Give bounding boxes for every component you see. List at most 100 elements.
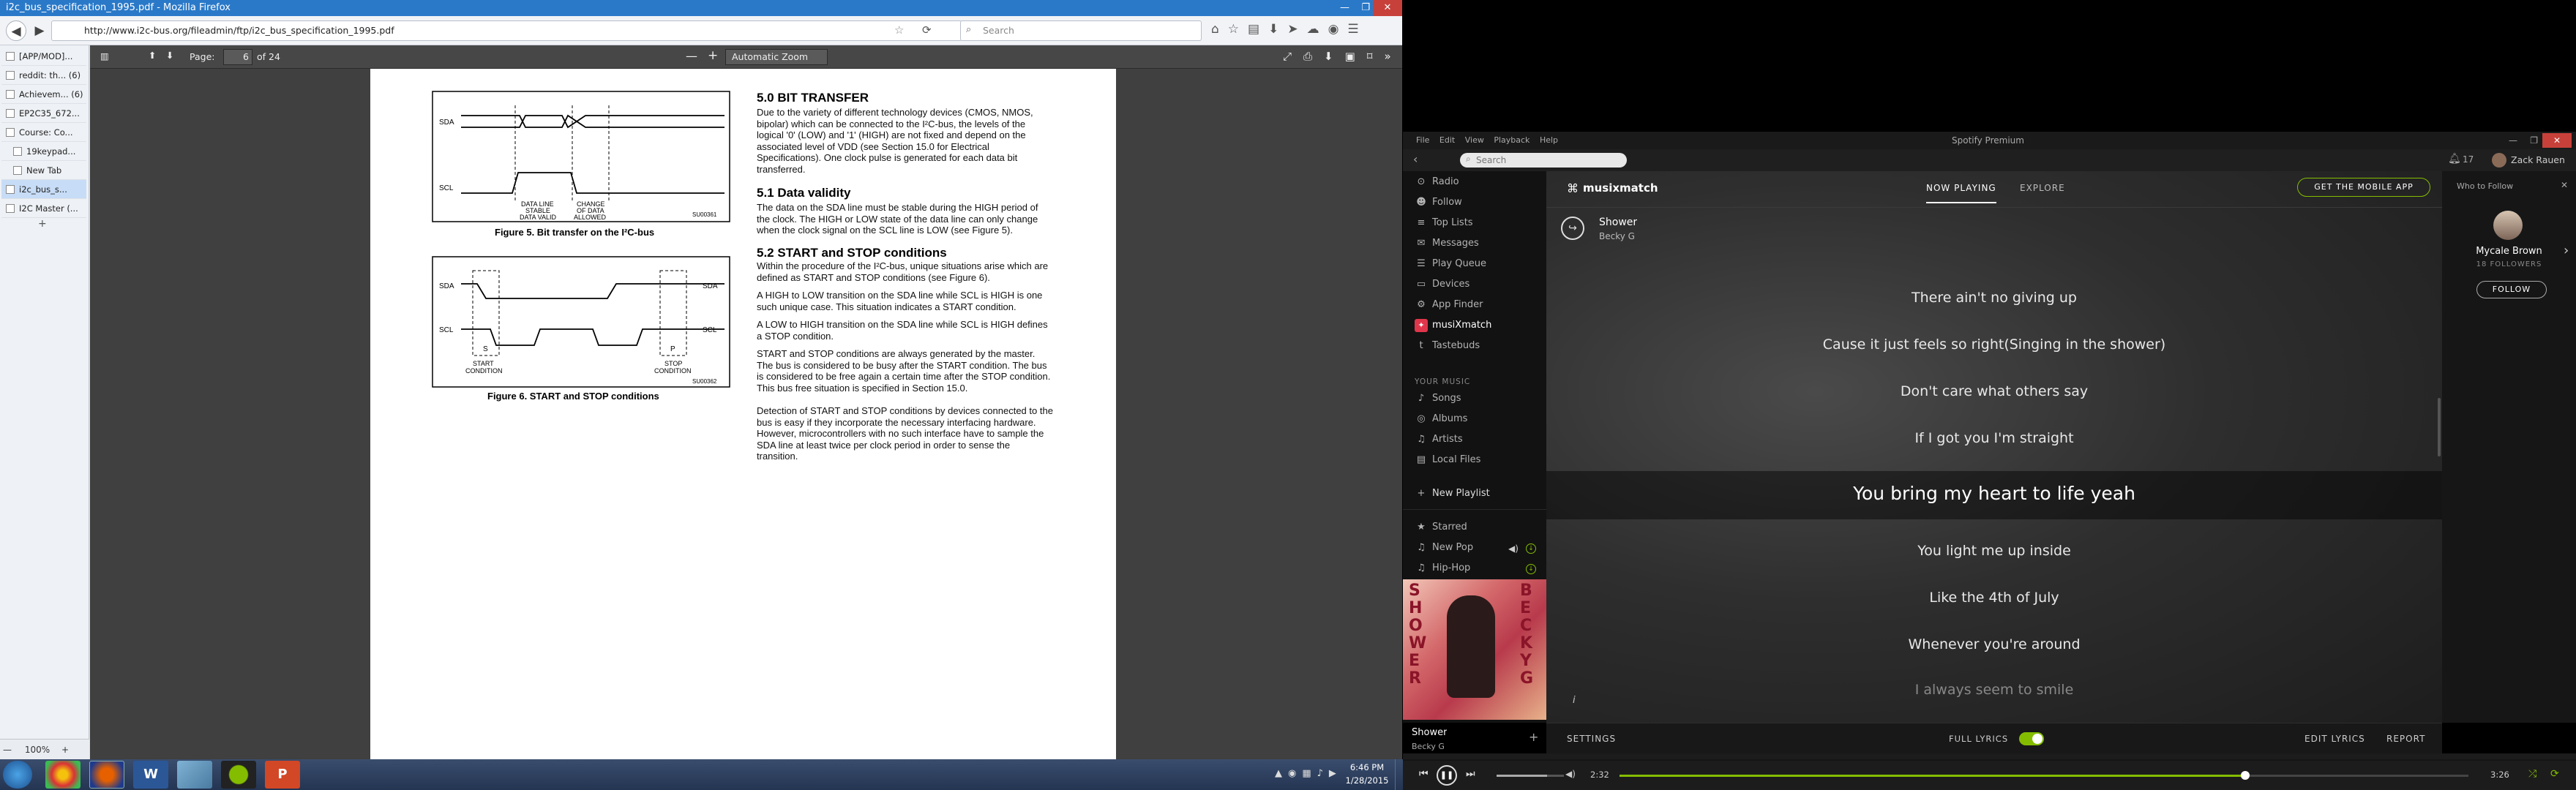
tab-item-active[interactable]: i2c_bus_s... [1,180,86,199]
taskbar-app-icon[interactable] [177,761,212,789]
tab-item[interactable]: Achievem... (6) [1,85,86,104]
sidebar-item-play-queue[interactable]: ☰ Play Queue [1415,255,1486,274]
url-bar[interactable]: http://www.i2c-bus.org/fileadmin/ftp/i2c… [51,20,962,41]
sidebar-item-follow[interactable]: ☻ Follow [1415,193,1462,212]
now-playing-artist[interactable]: Becky G [1412,742,1445,751]
repeat-icon[interactable]: ⟳ [2550,768,2559,780]
previous-track-icon[interactable]: ⏮︎ [1419,768,1429,780]
taskbar-word-icon[interactable]: W [133,761,168,789]
back-icon[interactable]: ◀ [6,20,26,41]
info-icon[interactable]: i [1573,695,1576,706]
sidebar-item-radio[interactable]: ⊙ Radio [1415,173,1459,192]
bookmark-star-icon[interactable]: ☆ [894,23,904,37]
zoom-control[interactable]: — 100% + [0,739,89,759]
tab-item[interactable]: I2C Master (... [1,199,86,218]
playlist-hip-hop[interactable]: ♫ Hip-Hop [1415,559,1470,578]
sidebar-item-artists[interactable]: ♫ Artists [1415,430,1462,449]
tab-item[interactable]: 19keypad... [1,142,86,161]
avatar[interactable] [2493,211,2523,240]
tab-item[interactable]: [APP/MOD]... [1,47,86,66]
close-icon[interactable]: ✕ [2561,180,2568,190]
lyric-line[interactable]: Like the 4th of July [1546,590,2442,606]
sidebar-item-messages[interactable]: ✉ Messages [1415,234,1479,253]
new-tab-icon[interactable]: + [38,218,47,230]
minimize-icon[interactable]: — [2509,132,2517,149]
sidebar-item-devices[interactable]: ▭ Devices [1415,275,1469,294]
play-pause-button[interactable]: ❚❚ [1437,765,1457,786]
taskbar-clock-date[interactable]: 1/28/2015 [1341,775,1393,786]
reload-icon[interactable]: ⟳ [922,23,932,37]
settings-link[interactable]: SETTINGS [1567,734,1616,744]
sidebar-item-top-lists[interactable]: ≡ Top Lists [1415,214,1473,233]
lyrics-scrollbar[interactable] [2438,398,2441,456]
lyric-line[interactable]: There ain't no giving up [1546,290,2442,306]
sidebar-item-songs[interactable]: ♪ Songs [1415,389,1461,408]
lyric-line[interactable]: Whenever you're around [1546,636,2442,652]
taskbar-firefox-icon[interactable] [89,761,124,789]
zoom-out-icon[interactable]: — [3,745,12,755]
zoom-in-icon[interactable]: + [708,48,718,63]
next-page-icon[interactable]: ⬇ [166,50,173,61]
taskbar-powerpoint-icon[interactable]: P [265,761,300,789]
edit-lyrics-link[interactable]: EDIT LYRICS [2304,734,2365,744]
start-button-icon[interactable] [3,761,32,789]
search-input[interactable]: Search [1460,153,1627,168]
lyric-line[interactable]: I always seem to smile [1546,682,2442,698]
add-icon[interactable]: + [1529,730,1538,744]
full-lyrics-toggle[interactable] [2019,732,2044,745]
taskbar-clock-time[interactable]: 6:46 PM [1345,762,1389,772]
spotify-menu[interactable]: File Edit View Playback Help [1416,132,1558,149]
tab-item[interactable]: Course: Co... [1,123,86,142]
sidebar-item-app-finder[interactable]: ⚙ App Finder [1415,296,1483,315]
maximize-icon[interactable]: ❐ [2530,132,2538,149]
playlist-starred[interactable]: ★ Starred [1415,518,1467,537]
close-icon[interactable]: ✕ [1373,0,1402,16]
sidebar-toggle-icon[interactable]: ▥ [100,50,109,61]
zoom-out-icon[interactable]: — [686,49,697,63]
next-track-icon[interactable]: ⏭︎ [1466,768,1475,780]
lyric-line[interactable]: Don't care what others say [1546,383,2442,399]
minimize-icon[interactable]: — [1340,0,1349,16]
tab-item[interactable]: New Tab [1,161,86,180]
report-link[interactable]: REPORT [2386,734,2425,744]
suggested-user-name[interactable]: Mycale Brown [2442,246,2576,257]
forward-icon[interactable]: ▶ [29,20,50,41]
tab-explore[interactable]: EXPLORE [2020,183,2065,193]
lyric-line[interactable]: If I got you I'm straight [1546,430,2442,446]
back-icon[interactable]: ‹ [1413,152,1418,166]
maximize-icon[interactable]: ❐ [1361,0,1370,16]
show-desktop-button[interactable] [1395,759,1402,790]
sidebar-item-albums[interactable]: ◎ Albums [1415,410,1467,429]
notification-bell-icon[interactable]: 🔔︎ [2448,153,2461,165]
page-number-input[interactable]: 6 [223,49,252,65]
lyric-line[interactable]: Cause it just feels so right(Singing in … [1546,336,2442,353]
lyric-line[interactable]: You light me up inside [1546,543,2442,559]
search-input[interactable]: Search [960,20,1202,41]
previous-page-icon[interactable]: ⬆ [149,50,156,61]
progress-bar-handle[interactable] [2240,771,2250,780]
svg-text:ALLOWED: ALLOWED [574,214,607,221]
volume-icon[interactable]: ◀) [1565,769,1576,779]
sidebar-item-local-files[interactable]: ▤ Local Files [1415,451,1481,470]
avatar[interactable] [2492,153,2506,168]
close-icon[interactable]: ✕ [2542,133,2572,148]
taskbar-spotify-icon[interactable] [221,761,256,789]
now-playing-track[interactable]: Shower [1412,727,1447,738]
shuffle-icon[interactable]: ⤮ [2528,768,2536,780]
tab-item[interactable]: EP2C35_672... [1,104,86,123]
taskbar-chrome-icon[interactable] [45,761,80,789]
user-name[interactable]: Zack Rauen [2511,154,2565,165]
lyric-line-current[interactable]: You bring my heart to life yeah [1546,483,2442,504]
album-art[interactable]: SHOWER BECKY G [1403,579,1546,720]
zoom-select[interactable]: Automatic Zoom [725,49,828,65]
tab-item[interactable]: reddit: th... (6) [1,66,86,85]
sidebar-item-musixmatch[interactable]: ✦ musiXmatch [1415,316,1491,335]
tab-now-playing[interactable]: NOW PLAYING [1926,183,1996,203]
playlist-new-pop[interactable]: ♫ New Pop [1415,538,1473,557]
share-icon[interactable]: ↪ [1561,217,1584,240]
new-playlist-button[interactable]: + New Playlist [1415,484,1490,503]
get-mobile-app-button[interactable]: GET THE MOBILE APP [2297,178,2430,197]
follow-button[interactable]: FOLLOW [2476,281,2547,298]
sidebar-item-tastebuds[interactable]: t Tastebuds [1415,336,1480,356]
zoom-in-icon[interactable]: + [61,745,69,755]
